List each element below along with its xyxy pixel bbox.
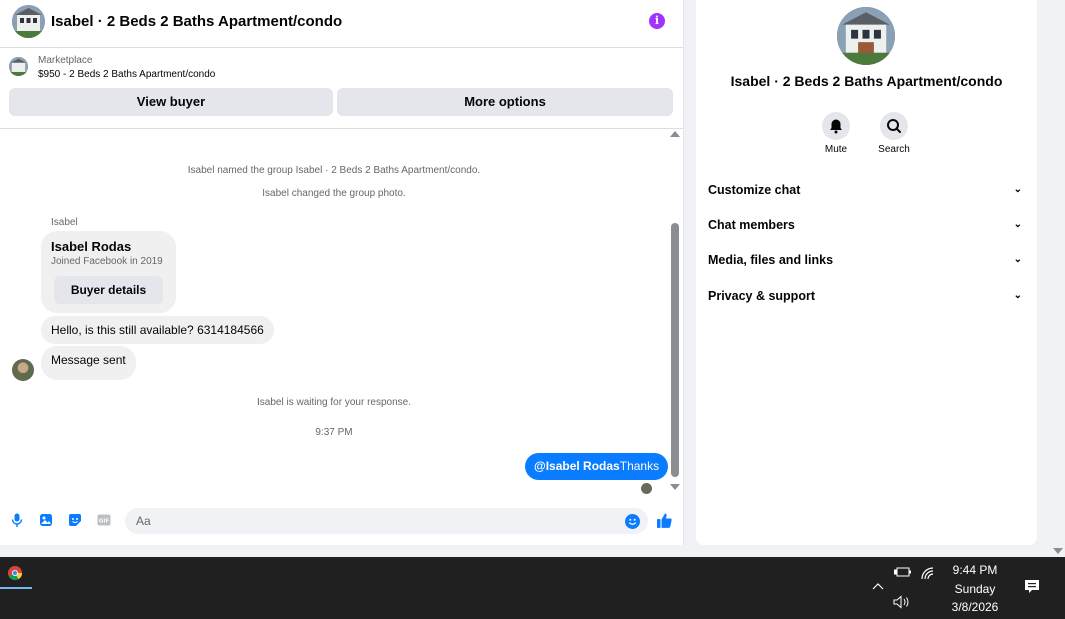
chevron-down-icon: ⌄ [1013,184,1022,195]
view-buyer-button[interactable]: View buyer [9,88,333,116]
sticker-icon[interactable] [68,513,82,527]
seen-indicator-avatar [641,483,652,494]
mute-label: Mute [824,144,848,155]
svg-text:GIF: GIF [99,519,110,525]
group-avatar[interactable] [12,5,45,38]
thumbs-up-icon[interactable] [656,512,673,529]
sender-label: Isabel [51,217,78,228]
chat-title[interactable]: Isabel · 2 Beds 2 Baths Apartment/condo [51,13,342,30]
section-label: Privacy & support [708,289,815,303]
marketplace-listing-bar: Marketplace $950 - 2 Beds 2 Baths Apartm… [0,48,683,129]
system-message: Isabel changed the group photo. [262,188,406,199]
section-label: Chat members [708,218,795,232]
media-files-links-section[interactable]: Media, files and links ⌄ [708,249,1026,271]
customize-chat-section[interactable]: Customize chat ⌄ [708,179,1026,201]
active-indicator [0,587,32,589]
listing-price-title[interactable]: $950 - 2 Beds 2 Baths Apartment/condo [38,69,215,80]
more-options-button[interactable]: More options [337,88,673,116]
scroll-up-arrow-icon[interactable] [670,131,680,137]
photo-icon[interactable] [39,513,53,527]
section-label: Media, files and links [708,253,834,267]
chat-scrollbar[interactable] [668,129,682,496]
buyer-card: Isabel Rodas Joined Facebook in 2019 Buy… [41,231,176,313]
conversation-details-panel: Isabel · 2 Beds 2 Baths Apartment/condo … [696,0,1037,545]
buyer-joined: Joined Facebook in 2019 [51,256,163,267]
search-button[interactable]: Search [864,112,924,155]
mute-button[interactable]: Mute [806,112,866,155]
scroll-down-arrow-icon[interactable] [670,484,680,490]
listing-source: Marketplace [38,55,93,66]
outgoing-text: Thanks [619,459,660,473]
clock-date[interactable]: 3/8/2026 [940,600,1010,614]
chrome-icon [8,566,23,581]
gif-icon[interactable]: GIF [97,513,111,527]
buyer-name: Isabel Rodas [51,239,132,254]
incoming-message[interactable]: Hello, is this still available? 63141845… [41,316,274,344]
wifi-icon[interactable] [920,566,936,580]
notifications-icon[interactable] [1024,579,1040,595]
scrollbar-thumb[interactable] [671,223,679,477]
outgoing-message[interactable]: @Isabel RodasThanks [525,453,669,480]
clock-time[interactable]: 9:44 PM [940,563,1010,577]
windows-taskbar: 9:44 PM Sunday 3/8/2026 [0,557,1065,619]
buyer-details-button[interactable]: Buyer details [54,276,163,304]
privacy-support-section[interactable]: Privacy & support ⌄ [708,285,1026,307]
system-message: Isabel named the group Isabel · 2 Beds 2… [187,165,481,176]
message-list[interactable]: Isabel named the group Isabel · 2 Beds 2… [0,129,669,499]
message-input[interactable] [125,508,648,534]
chat-members-section[interactable]: Chat members ⌄ [708,214,1026,236]
group-photo[interactable] [837,7,895,65]
waiting-notice: Isabel is waiting for your response. [257,397,411,408]
section-label: Customize chat [708,183,801,197]
chrome-taskbar-button[interactable] [0,557,32,589]
bell-icon [830,119,842,134]
emoji-icon[interactable] [625,514,640,529]
volume-icon[interactable] [893,595,911,609]
listing-thumbnail[interactable] [9,57,28,76]
info-icon[interactable]: i [649,13,665,29]
microphone-icon[interactable] [10,513,24,527]
incoming-message[interactable]: Message sent [41,346,136,380]
clock-day[interactable]: Sunday [940,582,1010,596]
message-composer: GIF [0,505,683,539]
page-scrollbar[interactable] [1050,0,1065,557]
chevron-down-icon: ⌄ [1013,254,1022,265]
message-timestamp: 9:37 PM [315,427,353,438]
mention[interactable]: @Isabel Rodas [534,459,620,473]
search-icon [887,119,901,133]
battery-icon[interactable] [894,566,912,578]
chat-panel: Isabel · 2 Beds 2 Baths Apartment/condo … [0,0,684,545]
sender-avatar[interactable] [12,359,34,381]
chevron-down-icon: ⌄ [1013,290,1022,301]
chat-header: Isabel · 2 Beds 2 Baths Apartment/condo … [0,0,683,48]
search-label: Search [878,144,910,155]
details-title: Isabel · 2 Beds 2 Baths Apartment/condo [730,73,1003,89]
chevron-up-icon[interactable] [872,581,884,593]
chevron-down-icon: ⌄ [1013,219,1022,230]
scroll-down-arrow-icon[interactable] [1053,548,1063,554]
